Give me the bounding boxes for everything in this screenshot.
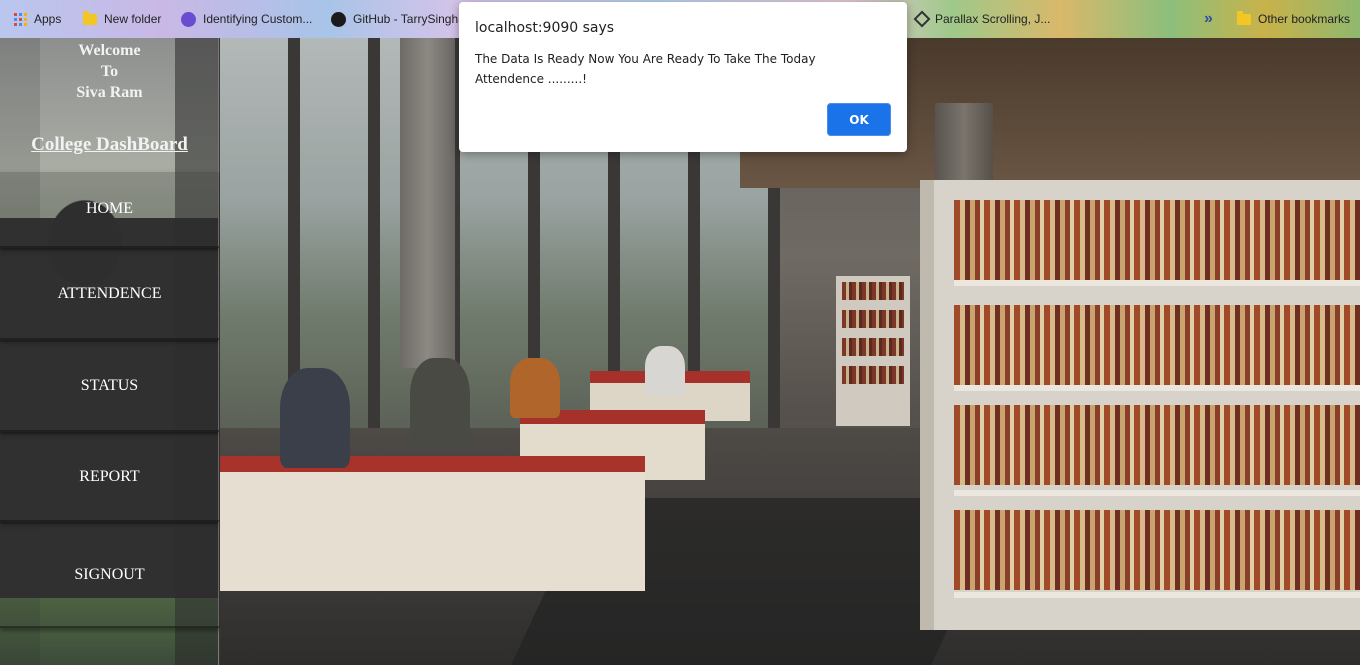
bookmark-label: Other bookmarks [1258, 12, 1351, 26]
bookmark-parallax[interactable]: Parallax Scrolling, J... [913, 0, 1051, 38]
welcome-block: Welcome To Siva Ram [0, 40, 219, 103]
bookmark-label: Apps [34, 12, 62, 26]
bookmarks-overflow-button[interactable]: » [1204, 0, 1213, 38]
user-name: Siva Ram [76, 84, 143, 101]
codepen-icon [913, 10, 931, 28]
bookmark-apps[interactable]: Apps [14, 0, 61, 38]
bookmark-label: Identifying Custom... [203, 12, 313, 26]
folder-icon [83, 10, 97, 25]
nav-report[interactable]: REPORT [0, 434, 219, 522]
github-icon [331, 11, 346, 27]
person-figure [280, 368, 350, 468]
bookmark-other-bookmarks[interactable]: Other bookmarks [1237, 0, 1350, 38]
bookmark-label: GitHub - TarrySingh [353, 12, 459, 26]
alert-dialog: localhost:9090 says The Data Is Ready No… [459, 2, 907, 152]
pillar [935, 103, 993, 183]
nav-label: SIGNOUT [74, 566, 145, 583]
bookmark-identifying-custom[interactable]: Identifying Custom... [181, 0, 312, 38]
double-chevron-icon: » [1204, 10, 1213, 27]
bookmark-label: Parallax Scrolling, J... [935, 12, 1051, 26]
small-bookshelf [836, 276, 910, 426]
dialog-message: The Data Is Ready Now You Are Ready To T… [475, 52, 816, 86]
folder-icon [1237, 10, 1251, 25]
dashboard-title[interactable]: College DashBoard [0, 134, 219, 156]
ok-button[interactable]: OK [827, 103, 891, 136]
dialog-title: localhost:9090 says [475, 20, 615, 36]
nav-status[interactable]: STATUS [0, 342, 219, 432]
bookmark-github[interactable]: GitHub - TarrySingh [331, 0, 458, 38]
person-figure [645, 346, 685, 396]
pillar [400, 38, 455, 368]
site-icon [181, 11, 196, 27]
sidebar: Welcome To Siva Ram College DashBoard HO… [0, 38, 219, 665]
nav-signout[interactable]: SIGNOUT [0, 524, 219, 628]
sofa [220, 456, 645, 591]
nav-home[interactable]: HOME [0, 172, 219, 248]
bookmark-label: New folder [104, 12, 162, 26]
bookmark-new-folder[interactable]: New folder [83, 0, 161, 38]
nav-label: HOME [85, 200, 134, 217]
nav-label: REPORT [79, 468, 140, 485]
nav-attendence[interactable]: ATTENDENCE [0, 250, 219, 340]
apps-grid-icon [14, 12, 27, 26]
person-figure [410, 358, 470, 448]
welcome-to-text: To [100, 63, 119, 80]
bookshelf [920, 180, 1360, 630]
nav-label: ATTENDENCE [57, 285, 162, 302]
person-figure [510, 358, 560, 418]
welcome-text: Welcome [78, 42, 141, 59]
nav-label: STATUS [80, 377, 139, 394]
